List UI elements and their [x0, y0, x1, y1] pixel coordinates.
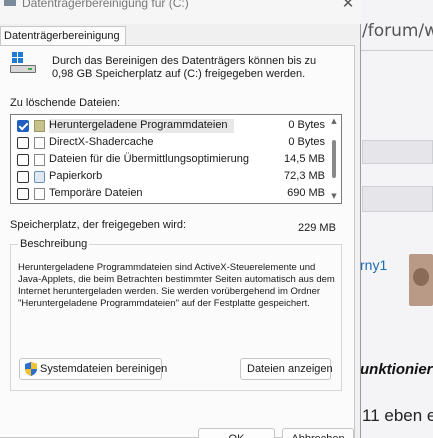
background-username-link[interactable]: rny1	[360, 257, 387, 273]
close-button[interactable]: ✕	[337, 0, 359, 12]
list-item-name: Papierkorb	[49, 170, 103, 182]
list-scrollbar[interactable]: ▲ ▼	[328, 116, 340, 202]
title-bar[interactable]: Datenträgerbereinigung für (C:) ✕	[0, 0, 361, 24]
drive-icon	[10, 52, 36, 74]
clean-system-files-button[interactable]: Systemdateien bereinigen	[19, 358, 167, 380]
list-item-size: 72,3 MB	[284, 170, 325, 182]
tab-strip: Datenträgerbereinigung	[0, 26, 361, 46]
background-text-field	[362, 140, 433, 164]
cancel-button[interactable]: Abbrechen	[282, 428, 354, 438]
background-url-text: /forum/wi	[362, 21, 433, 41]
description-title: Beschreibung	[18, 238, 90, 250]
background-text-field	[362, 186, 433, 212]
disk-cleanup-dialog: Datenträgerbereinigung für (C:) ✕ Datent…	[0, 0, 361, 438]
list-item[interactable]: Dateien für die Übermittlungsoptimierung…	[11, 151, 329, 168]
recycle-bin-icon	[34, 171, 45, 183]
background-heading: unktionier	[360, 361, 433, 378]
checkbox[interactable]	[17, 188, 29, 200]
checkbox-checked[interactable]	[17, 120, 29, 132]
ok-button[interactable]: OK	[198, 428, 275, 438]
folder-icon	[34, 120, 45, 132]
files-to-delete-label: Zu löschende Dateien:	[10, 97, 121, 109]
list-item-size: 14,5 MB	[284, 153, 325, 165]
description-text: Heruntergeladene Programmdateien sind Ac…	[18, 262, 335, 309]
checkbox[interactable]	[17, 171, 29, 183]
list-item-size: 690 MB	[287, 187, 325, 199]
space-freed-label: Speicherplatz, der freigegeben wird:	[10, 219, 187, 231]
scroll-down-arrow-icon[interactable]: ▼	[330, 193, 338, 200]
background-browser-page: /forum/wi rny1 unktionier 11 eben e	[356, 0, 433, 438]
list-item-name: Temporäre Dateien	[49, 187, 143, 199]
checkbox[interactable]	[17, 154, 29, 166]
background-avatar	[409, 254, 433, 306]
uac-shield-icon	[25, 362, 37, 376]
list-item[interactable]: Heruntergeladene Programmdateien 0 Bytes	[11, 117, 329, 134]
list-item-name: Dateien für die Übermittlungsoptimierung	[49, 153, 249, 165]
windows-logo-icon	[12, 52, 24, 64]
list-item[interactable]: DirectX-Shadercache 0 Bytes	[11, 134, 329, 151]
list-item[interactable]: Papierkorb 72,3 MB	[11, 168, 329, 185]
list-item-name: DirectX-Shadercache	[49, 136, 154, 148]
checkbox[interactable]	[17, 137, 29, 149]
files-to-delete-list[interactable]: Heruntergeladene Programmdateien 0 Bytes…	[10, 114, 342, 204]
list-item-size: 0 Bytes	[288, 136, 325, 148]
intro-text: Durch das Bereinigen des Datenträgers kö…	[52, 55, 317, 80]
space-freed-value: 229 MB	[298, 222, 336, 234]
background-divider	[356, 50, 433, 51]
scroll-thumb[interactable]	[332, 140, 336, 178]
list-item-size: 0 Bytes	[288, 119, 325, 131]
tab-disk-cleanup[interactable]: Datenträgerbereinigung	[0, 26, 126, 46]
clean-system-files-label: Systemdateien bereinigen	[40, 363, 168, 375]
file-icon	[34, 154, 45, 166]
file-icon	[34, 188, 45, 200]
list-item[interactable]: Temporäre Dateien 690 MB	[11, 185, 329, 202]
list-item-name: Heruntergeladene Programmdateien	[49, 119, 234, 133]
disk-cleanup-app-icon	[4, 0, 16, 6]
view-files-button[interactable]: Dateien anzeigen	[240, 358, 333, 380]
window-title: Datenträgerbereinigung für (C:)	[22, 0, 189, 10]
background-post-text: 11 eben e	[362, 406, 433, 425]
scroll-up-arrow-icon[interactable]: ▲	[330, 118, 338, 125]
file-icon	[34, 137, 45, 149]
